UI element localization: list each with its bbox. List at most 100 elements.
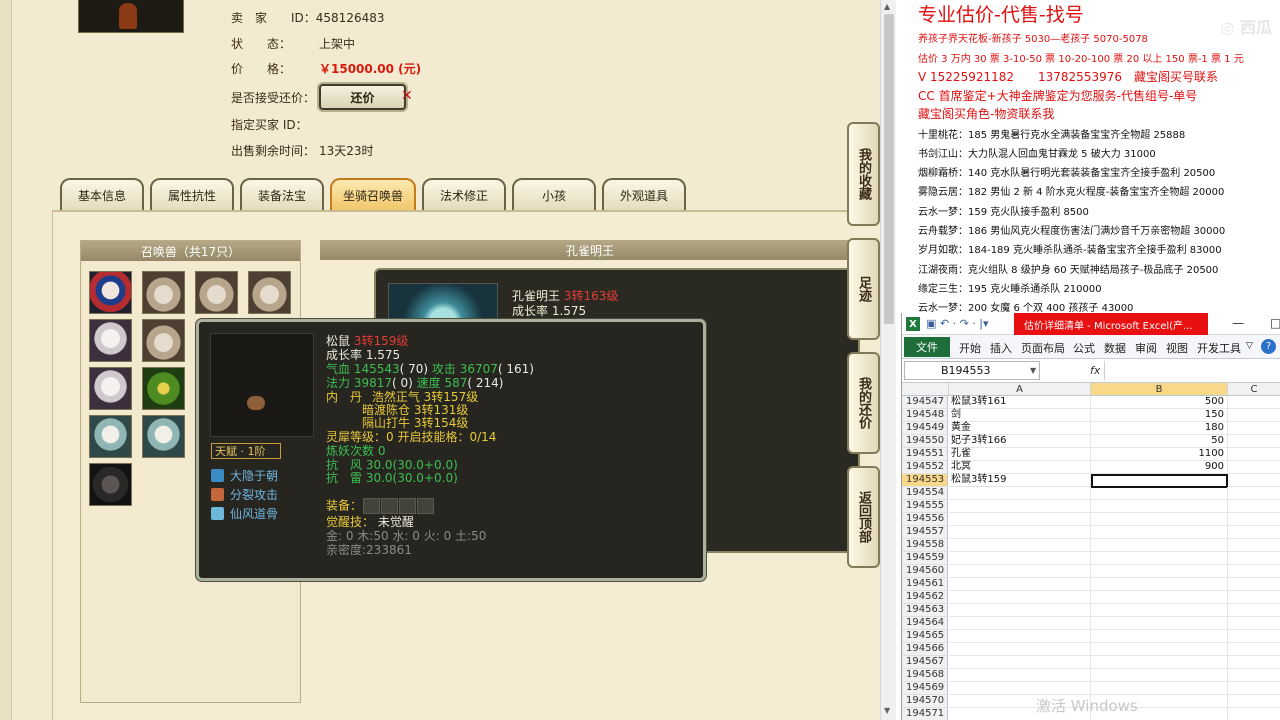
cell-c[interactable] bbox=[1228, 435, 1280, 448]
cell-b[interactable] bbox=[1091, 526, 1228, 539]
cell-b[interactable] bbox=[1091, 617, 1228, 630]
cell-a[interactable] bbox=[949, 552, 1091, 565]
cell-b[interactable]: 1100 bbox=[1091, 448, 1228, 461]
haggle-close-icon[interactable]: ✕ bbox=[401, 88, 413, 104]
cell-b[interactable]: 900 bbox=[1091, 461, 1228, 474]
cell-b[interactable]: 150 bbox=[1091, 409, 1228, 422]
my-offers-button[interactable]: 我的还价 bbox=[847, 352, 880, 454]
pet-squirrel-icon[interactable] bbox=[142, 319, 185, 362]
equip-slot[interactable] bbox=[363, 498, 381, 514]
row-header[interactable]: 194561 bbox=[902, 578, 948, 591]
cell-a[interactable] bbox=[949, 682, 1091, 695]
cell-a[interactable] bbox=[949, 669, 1091, 682]
scroll-down-icon[interactable]: ▼ bbox=[884, 706, 890, 715]
pet-squirrel-icon[interactable] bbox=[248, 271, 291, 314]
row-header[interactable]: 194548 bbox=[902, 409, 948, 422]
cell-c[interactable] bbox=[1228, 422, 1280, 435]
cell-a[interactable] bbox=[949, 526, 1091, 539]
cell-b[interactable] bbox=[1091, 539, 1228, 552]
cell-b[interactable] bbox=[1091, 565, 1228, 578]
row-header[interactable]: 194558 bbox=[902, 539, 948, 552]
tab-spell-correction[interactable]: 法术修正 bbox=[422, 178, 506, 210]
cell-a[interactable]: 松鼠3转159 bbox=[949, 474, 1091, 487]
minimize-icon[interactable]: — bbox=[1232, 316, 1244, 330]
cell-a[interactable]: 剑 bbox=[949, 409, 1091, 422]
formula-input[interactable] bbox=[1104, 361, 1280, 380]
row-header[interactable]: 194554 bbox=[902, 487, 948, 500]
cell-a[interactable] bbox=[949, 591, 1091, 604]
file-tab[interactable]: 文件 bbox=[904, 337, 950, 357]
row-header[interactable]: 194564 bbox=[902, 617, 948, 630]
cell-c[interactable] bbox=[1228, 396, 1280, 409]
cell-b[interactable] bbox=[1091, 630, 1228, 643]
select-all-corner[interactable] bbox=[902, 383, 949, 396]
cell-a[interactable] bbox=[949, 487, 1091, 500]
cell-a[interactable] bbox=[949, 617, 1091, 630]
excel-app-icon[interactable]: X bbox=[906, 317, 920, 331]
cell-b[interactable] bbox=[1091, 552, 1228, 565]
pet-elder-icon[interactable] bbox=[142, 415, 185, 458]
cell-c[interactable] bbox=[1228, 487, 1280, 500]
cell-c[interactable] bbox=[1228, 500, 1280, 513]
row-header[interactable]: 194566 bbox=[902, 643, 948, 656]
cell-c[interactable] bbox=[1228, 448, 1280, 461]
cell-a[interactable]: 松鼠3转161 bbox=[949, 396, 1091, 409]
row-header[interactable]: 194549 bbox=[902, 422, 948, 435]
cell-c[interactable] bbox=[1228, 617, 1280, 630]
cell-c[interactable] bbox=[1228, 604, 1280, 617]
cell-c[interactable] bbox=[1228, 526, 1280, 539]
cell-b[interactable] bbox=[1091, 604, 1228, 617]
cell-b[interactable] bbox=[1091, 643, 1228, 656]
back-to-top-button[interactable]: 返回顶部 bbox=[847, 466, 880, 568]
name-box[interactable]: B194553 bbox=[904, 361, 1040, 380]
my-favorites-button[interactable]: 我的收藏 bbox=[847, 122, 880, 226]
cell-c[interactable] bbox=[1228, 461, 1280, 474]
row-header[interactable]: 194565 bbox=[902, 630, 948, 643]
column-header-a[interactable]: A bbox=[949, 383, 1091, 396]
cell-a[interactable] bbox=[949, 578, 1091, 591]
cell-c[interactable] bbox=[1228, 643, 1280, 656]
row-header[interactable]: 194563 bbox=[902, 604, 948, 617]
cell-c[interactable] bbox=[1228, 708, 1280, 720]
cell-b[interactable] bbox=[1091, 513, 1228, 526]
row-header[interactable]: 194568 bbox=[902, 669, 948, 682]
cell-a[interactable]: 妃子3转166 bbox=[949, 435, 1091, 448]
cell-c[interactable] bbox=[1228, 539, 1280, 552]
cell-a[interactable] bbox=[949, 500, 1091, 513]
skill-item[interactable]: 大隐于朝 bbox=[211, 467, 278, 483]
ribbon-tab-formulas[interactable]: 公式 bbox=[1073, 340, 1095, 356]
ribbon-tab-data[interactable]: 数据 bbox=[1104, 340, 1126, 356]
row-header[interactable]: 194552 bbox=[902, 461, 948, 474]
cell-c[interactable] bbox=[1228, 409, 1280, 422]
row-header[interactable]: 194551 bbox=[902, 448, 948, 461]
ribbon-tab-page-layout[interactable]: 页面布局 bbox=[1021, 340, 1065, 356]
tab-mounts-pets[interactable]: 坐骑召唤兽 bbox=[330, 178, 416, 210]
cell-c[interactable] bbox=[1228, 474, 1280, 487]
haggle-button[interactable]: 还价 bbox=[319, 84, 406, 110]
cell-a[interactable] bbox=[949, 630, 1091, 643]
active-cell-outline[interactable] bbox=[1091, 474, 1228, 488]
cell-b[interactable] bbox=[1091, 578, 1228, 591]
browser-scrollbar[interactable]: ▲ ▼ bbox=[880, 0, 896, 720]
pet-squirrel-icon[interactable] bbox=[195, 271, 238, 314]
row-header[interactable]: 194553 bbox=[902, 474, 948, 487]
cell-b[interactable] bbox=[1091, 591, 1228, 604]
cell-a[interactable] bbox=[949, 539, 1091, 552]
pet-black-bear-icon[interactable] bbox=[89, 463, 132, 506]
row-header[interactable]: 194560 bbox=[902, 565, 948, 578]
ribbon-tab-view[interactable]: 视图 bbox=[1166, 340, 1188, 356]
column-header-c[interactable]: C bbox=[1228, 383, 1280, 396]
tab-basic-info[interactable]: 基本信息 bbox=[60, 178, 144, 210]
row-header[interactable]: 194562 bbox=[902, 591, 948, 604]
row-header[interactable]: 194570 bbox=[902, 695, 948, 708]
equip-slot[interactable] bbox=[399, 498, 417, 514]
pet-white-spirit-icon[interactable] bbox=[89, 319, 132, 362]
column-header-b[interactable]: B bbox=[1091, 383, 1228, 396]
row-header[interactable]: 194550 bbox=[902, 435, 948, 448]
cell-a[interactable]: 孔雀 bbox=[949, 448, 1091, 461]
cell-a[interactable] bbox=[949, 656, 1091, 669]
tab-children[interactable]: 小孩 bbox=[512, 178, 596, 210]
cell-c[interactable] bbox=[1228, 669, 1280, 682]
skill-item[interactable]: 分裂攻击 bbox=[211, 486, 278, 502]
cell-b[interactable]: 500 bbox=[1091, 396, 1228, 409]
